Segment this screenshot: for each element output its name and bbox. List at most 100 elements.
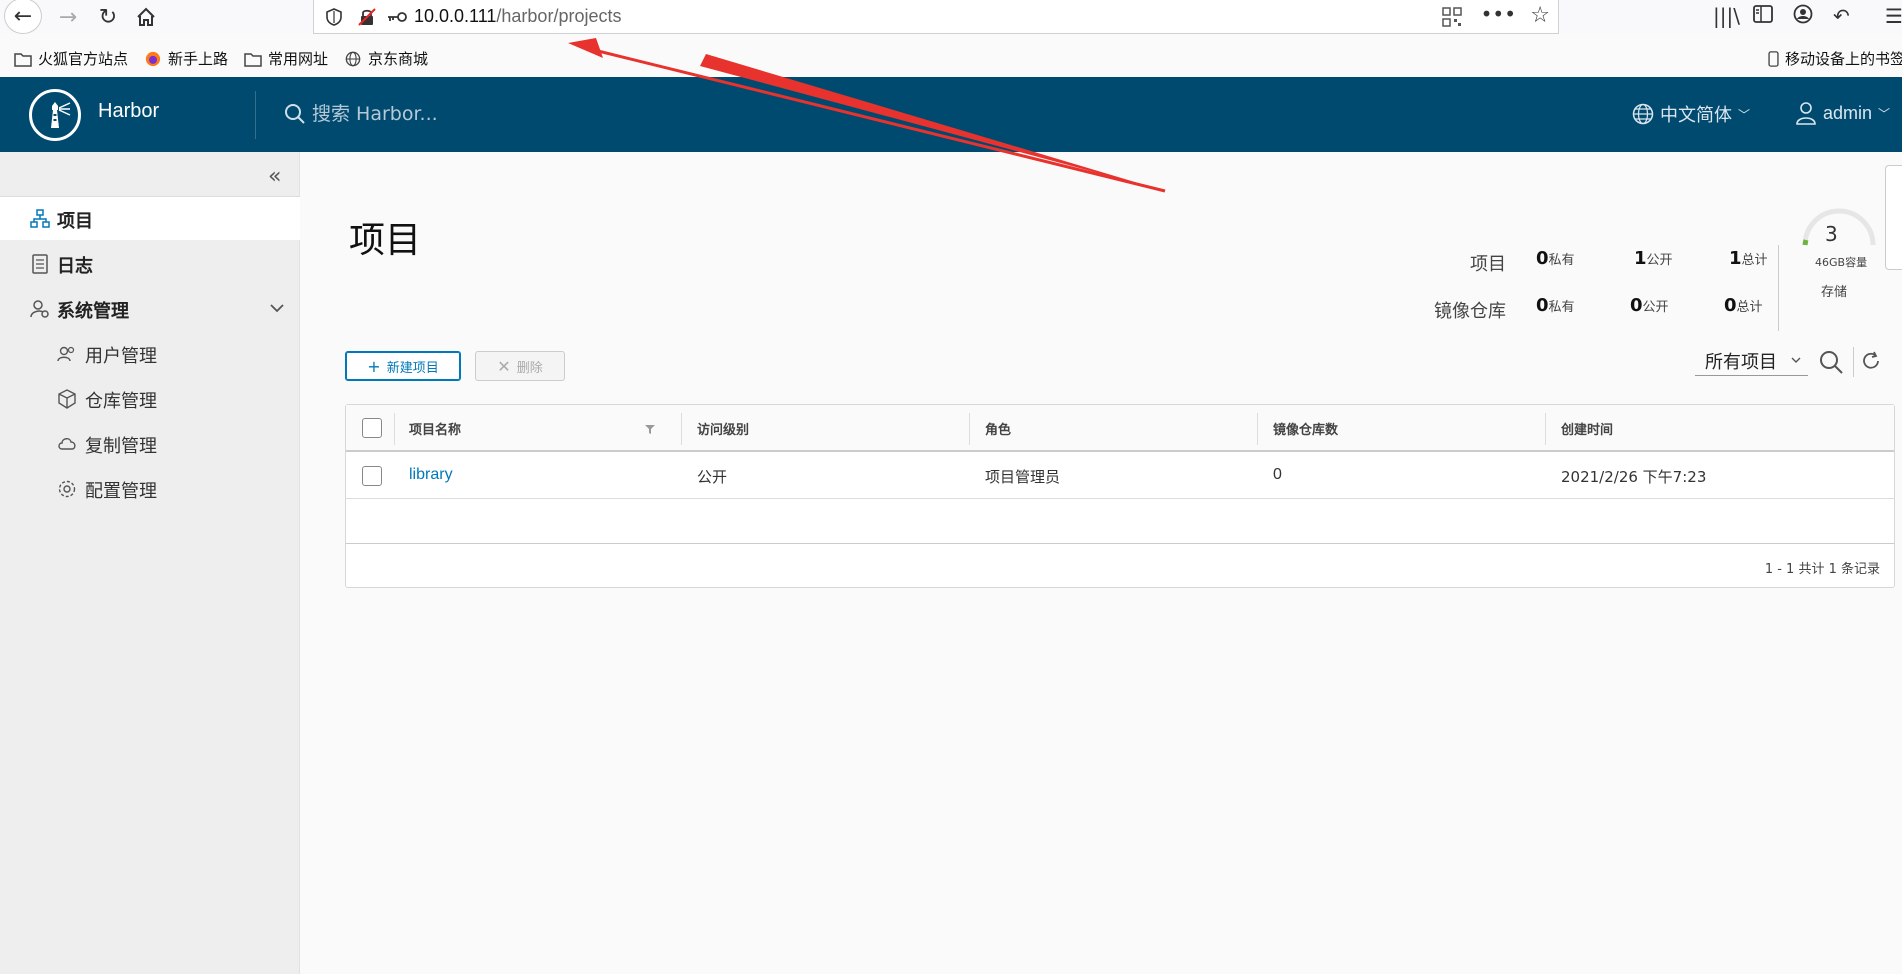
- brand-name[interactable]: Harbor: [98, 100, 159, 123]
- repos-total-count: 0总计: [1724, 295, 1763, 316]
- user-icon: [1796, 102, 1816, 125]
- filter-icon[interactable]: [644, 423, 656, 435]
- config-icon: [58, 480, 76, 498]
- reload-icon[interactable]: ↻: [92, 2, 124, 32]
- forward-arrow-icon[interactable]: →: [52, 2, 84, 32]
- language-selector[interactable]: 中文简体 ﹀: [1632, 101, 1750, 127]
- projects-table: 项目名称 访问级别 角色 镜像仓库数 创建时间 library 公开 项目管理员…: [345, 404, 1895, 588]
- sidebar-item-administration[interactable]: 系统管理: [0, 287, 300, 330]
- storage-count: 3: [1825, 222, 1838, 246]
- projects-total-count: 1总计: [1729, 248, 1768, 269]
- sidebar-item-projects[interactable]: 项目: [0, 197, 300, 240]
- row-checkbox[interactable]: [362, 466, 382, 486]
- home-icon[interactable]: [130, 2, 162, 32]
- repos-private-count: 0私有: [1536, 295, 1575, 316]
- project-name-link[interactable]: library: [409, 466, 453, 484]
- menu-icon[interactable]: ☰: [1885, 4, 1902, 28]
- firefox-icon: [145, 51, 161, 66]
- column-separator: [681, 413, 682, 445]
- sidebar-item-configuration[interactable]: 配置管理: [0, 467, 300, 510]
- refresh-icon[interactable]: [1860, 350, 1882, 372]
- users-icon: [57, 346, 75, 362]
- role: 项目管理员: [985, 468, 1061, 486]
- table-row[interactable]: library 公开 项目管理员 0 2021/2/26 下午7:23: [346, 454, 1894, 499]
- repos-public-count: 0公开: [1630, 295, 1669, 316]
- user-menu[interactable]: admin ﹀: [1795, 101, 1890, 125]
- search-icon: [285, 104, 305, 124]
- column-separator: [1545, 413, 1546, 445]
- chevron-down-icon[interactable]: [268, 299, 286, 317]
- mobile-bookmarks[interactable]: 移动设备上的书签: [1768, 48, 1902, 69]
- header-divider: [255, 91, 256, 139]
- column-separator: [1257, 413, 1258, 445]
- column-header-role[interactable]: 角色: [985, 419, 1011, 438]
- page-title: 项目: [349, 220, 422, 261]
- select-all-checkbox[interactable]: [362, 418, 382, 438]
- back-arrow-icon[interactable]: ←: [4, 0, 42, 34]
- mobile-icon: [1768, 50, 1779, 67]
- storage-label: 存储: [1821, 285, 1848, 300]
- more-options-icon[interactable]: •••: [1481, 2, 1516, 26]
- folder-icon: [244, 52, 262, 67]
- bookmark-item[interactable]: 京东商城: [344, 48, 428, 69]
- column-header-access[interactable]: 访问级别: [697, 419, 749, 438]
- browser-toolbar: ← → ↻ 10.0.0.111/harbor/projects ••• ☆ |…: [0, 0, 1902, 34]
- column-separator: [394, 413, 395, 445]
- delete-button[interactable]: ✕ 删除: [475, 351, 565, 381]
- sidebar-item-replications[interactable]: 复制管理: [0, 422, 300, 465]
- shield-icon[interactable]: [326, 8, 342, 26]
- bookmark-item[interactable]: 新手上路: [144, 48, 228, 69]
- key-icon[interactable]: [386, 8, 408, 26]
- replication-icon: [58, 438, 76, 450]
- column-header-name[interactable]: 项目名称: [409, 419, 461, 438]
- projects-stat-label: 项目: [1470, 254, 1506, 275]
- table-header: 项目名称 访问级别 角色 镜像仓库数 创建时间: [346, 405, 1894, 452]
- bookmark-item[interactable]: 常用网址: [244, 48, 328, 69]
- column-header-created[interactable]: 创建时间: [1561, 419, 1613, 438]
- collapse-sidebar-icon[interactable]: «: [268, 164, 281, 189]
- registry-icon: [58, 389, 76, 409]
- globe-icon: [345, 51, 361, 66]
- account-icon[interactable]: [1793, 4, 1813, 29]
- bookmarks-bar: 火狐官方站点 新手上路 常用网址 京东商城 移动设备上的书签: [0, 42, 1902, 76]
- sidebar: « 项目 日志 系统管理 用户管理 仓库管理 复制管理 配置管理: [0, 152, 300, 974]
- bookmark-star-icon[interactable]: ☆: [1530, 3, 1550, 28]
- admin-icon: [30, 300, 49, 318]
- storage-capacity: 46GB容量: [1815, 256, 1868, 269]
- bookmark-item[interactable]: 火狐官方站点: [14, 48, 128, 69]
- undo-icon[interactable]: ↶: [1833, 4, 1850, 28]
- sidebar-item-users[interactable]: 用户管理: [0, 332, 300, 375]
- sidebar-toggle-icon[interactable]: [1753, 4, 1773, 28]
- sidebar-item-logs[interactable]: 日志: [0, 242, 300, 285]
- chevron-down-icon: ﹀: [1878, 106, 1891, 121]
- repo-count: 0: [1273, 466, 1282, 483]
- app-header: Harbor 中文简体 ﹀ admin ﹀: [0, 77, 1902, 152]
- url-text[interactable]: 10.0.0.111/harbor/projects: [414, 6, 621, 27]
- search-icon[interactable]: [1818, 349, 1844, 375]
- close-icon: ✕: [497, 356, 511, 376]
- stats-divider: [1778, 245, 1779, 331]
- insecure-lock-icon[interactable]: [358, 8, 376, 26]
- pagination-summary: 1 - 1 共计 1 条记录: [1764, 562, 1880, 577]
- projects-icon: [30, 209, 50, 228]
- sidebar-item-registries[interactable]: 仓库管理: [0, 377, 300, 420]
- chevron-down-icon: [1791, 357, 1801, 363]
- column-separator: [969, 413, 970, 445]
- new-project-button[interactable]: + 新建项目: [345, 351, 461, 381]
- access-level: 公开: [697, 468, 728, 486]
- table-footer: 1 - 1 共计 1 条记录: [346, 543, 1894, 588]
- qr-code-icon[interactable]: [1442, 7, 1462, 27]
- side-drawer-tab[interactable]: [1885, 165, 1902, 270]
- creation-time: 2021/2/26 下午7:23: [1561, 468, 1707, 486]
- global-search-input[interactable]: [310, 99, 610, 129]
- library-icon[interactable]: |||\: [1713, 4, 1740, 28]
- harbor-logo-icon[interactable]: [29, 89, 81, 141]
- project-filter-select[interactable]: 所有项目: [1695, 346, 1808, 376]
- toolbar-divider: [1853, 347, 1854, 377]
- address-bar[interactable]: 10.0.0.111/harbor/projects ••• ☆: [313, 0, 1559, 34]
- globe-icon: [1632, 103, 1654, 125]
- chevron-down-icon: ﹀: [1738, 107, 1751, 122]
- folder-icon: [14, 52, 32, 67]
- column-header-repo-count[interactable]: 镜像仓库数: [1273, 419, 1338, 438]
- projects-private-count: 0私有: [1536, 248, 1575, 269]
